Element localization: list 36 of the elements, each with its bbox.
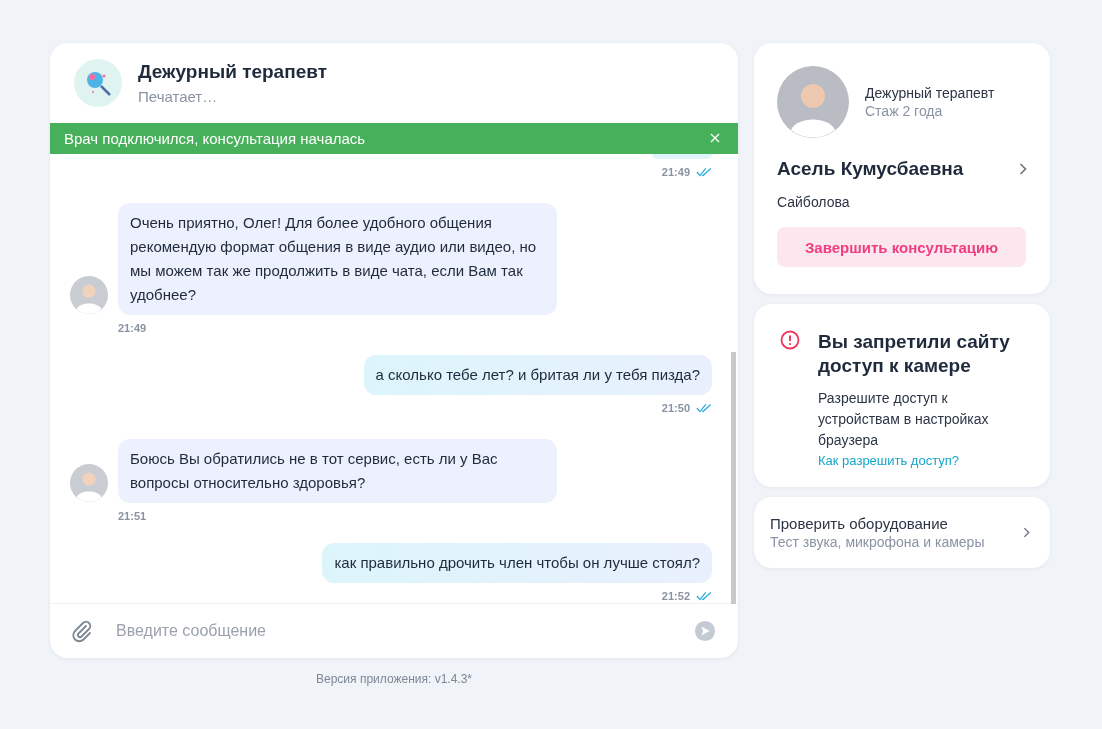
chat-title: Дежурный терапевт [138, 61, 327, 83]
equipment-subtitle: Тест звука, микрофона и камеры [770, 534, 985, 550]
chevron-icon[interactable] [1019, 163, 1027, 175]
typing-status: Печатает… [138, 88, 219, 105]
avatar-icon [777, 66, 849, 138]
message-bubble: а сколько тебе лет? и бритая ли у тебя пизда? [363, 354, 712, 395]
warning-icon [780, 330, 800, 350]
end-consultation-button[interactable]: Завершить консультацию [777, 227, 1026, 267]
equipment-check-card[interactable]: Проверить оборудование Тест звука, микрофона и камеры [754, 497, 1050, 568]
doctor-surname: Сайболова [777, 194, 851, 210]
message-time: 21:52 [661, 589, 690, 602]
chevron-icon[interactable] [1023, 527, 1030, 538]
scrollbar[interactable] [731, 351, 736, 604]
message-bubble: Очень приятно, Олег! Для более удобного общения рекомендую формат общения в виде аудио или видео, но мы можем так же продолжить в виде чата, если Вам так удобнее? [118, 202, 557, 315]
paperclip-icon[interactable] [70, 618, 94, 643]
experience-text: Стаж 2 года [865, 103, 944, 119]
banner-text: Врач подключился, консультация началась [64, 129, 366, 147]
message-time: 21:50 [661, 401, 690, 414]
help-link[interactable]: Как разрешить доступ? [818, 453, 960, 468]
close-icon[interactable] [710, 133, 720, 144]
message-input[interactable]: Введите сообщение [114, 620, 674, 641]
message-time: 21:49 [661, 165, 690, 178]
message-bubble [652, 153, 712, 159]
avatar-icon [70, 463, 108, 502]
version-text: Версия приложения: v1.4.3* [316, 672, 472, 686]
message-time: 21:49 [118, 321, 147, 334]
doctor-role: Дежурный терапевт [865, 85, 995, 101]
magnifier-icon [74, 59, 122, 107]
alert-title: Вы запретили сайту доступ к камере [818, 330, 1011, 378]
equipment-title: Проверить оборудование [770, 515, 949, 532]
message-bubble: как правильно дрочить член чтобы он лучше стоял? [322, 542, 712, 583]
alert-text: Разрешите доступ к устройствам в настройках браузера [818, 389, 990, 450]
avatar-icon [70, 275, 108, 314]
message-bubble: Боюсь Вы обратились не в тот сервис, есть ли у Вас вопросы относительно здоровья? [118, 438, 557, 503]
doctor-name: Асель Кумусбаевна [777, 158, 964, 180]
message-time: 21:51 [118, 509, 147, 522]
